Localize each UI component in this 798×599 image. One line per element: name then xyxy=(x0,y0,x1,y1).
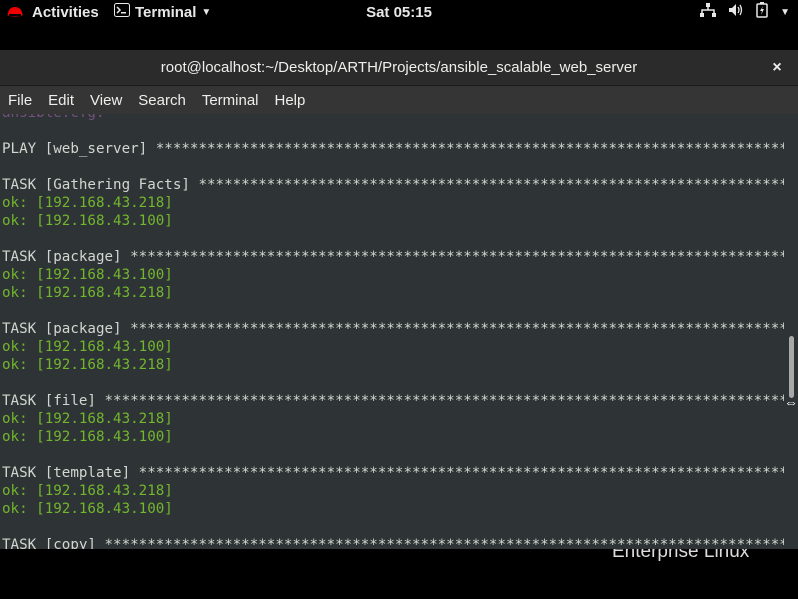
redhat-icon[interactable] xyxy=(6,0,24,24)
app-menu[interactable]: Terminal ▼ xyxy=(114,0,211,24)
terminal-line: ok: [192.168.43.100] xyxy=(2,501,173,517)
terminal-line: TASK [template] ************************… xyxy=(2,465,784,481)
terminal-line: ok: [192.168.43.100] xyxy=(2,267,173,283)
scrollbar-thumb[interactable] xyxy=(789,336,794,398)
terminal-window: root@localhost:~/Desktop/ARTH/Projects/a… xyxy=(0,50,798,549)
status-area[interactable]: ▼ xyxy=(700,0,790,24)
terminal-output[interactable]: ansible.cfg. PLAY [web_server] **********… xyxy=(0,114,784,549)
network-icon xyxy=(700,3,717,21)
terminal-line: ok: [192.168.43.218] xyxy=(2,285,173,301)
terminal-line: ansible.cfg. xyxy=(2,114,784,122)
terminal-line: ok: [192.168.43.218] xyxy=(2,195,173,211)
terminal-line: ok: [192.168.43.100] xyxy=(2,213,173,229)
terminal-lines: ansible.cfg. PLAY [web_server] **********… xyxy=(2,114,784,549)
menu-file[interactable]: File xyxy=(0,86,40,114)
resize-cursor-icon: ⇔ xyxy=(784,394,798,410)
terminal-line: TASK [package] *************************… xyxy=(2,321,784,337)
battery-icon xyxy=(756,2,768,22)
terminal-line: PLAY [web_server] **********************… xyxy=(2,141,784,157)
terminal-line: TASK [copy] ****************************… xyxy=(2,537,784,549)
volume-icon xyxy=(728,3,744,21)
chevron-down-icon: ▼ xyxy=(780,6,790,18)
terminal-line: ok: [192.168.43.100] xyxy=(2,429,173,445)
window-titlebar[interactable]: root@localhost:~/Desktop/ARTH/Projects/a… xyxy=(0,50,798,86)
terminal-line: ok: [192.168.43.218] xyxy=(2,357,173,373)
close-button[interactable]: × xyxy=(768,59,786,77)
menu-search[interactable]: Search xyxy=(130,86,194,114)
activities-button[interactable]: Activities xyxy=(32,0,99,24)
terminal-icon xyxy=(114,3,130,21)
terminal-line: ok: [192.168.43.218] xyxy=(2,483,173,499)
terminal-line: TASK [Gathering Facts] *****************… xyxy=(2,177,784,193)
menu-bar: File Edit View Search Terminal Help xyxy=(0,86,798,114)
menu-help[interactable]: Help xyxy=(267,86,314,114)
menu-view[interactable]: View xyxy=(82,86,130,114)
app-menu-label: Terminal xyxy=(135,3,197,21)
terminal-line: ok: [192.168.43.100] xyxy=(2,339,173,355)
terminal-line: ok: [192.168.43.218] xyxy=(2,411,173,427)
menu-terminal[interactable]: Terminal xyxy=(194,86,267,114)
clock-label[interactable]: Sat 05:15 xyxy=(366,4,432,21)
top-bar: Activities Terminal ▼ Sat 05:15 ▼ xyxy=(0,0,798,24)
scrollbar[interactable] xyxy=(784,114,798,549)
window-title: root@localhost:~/Desktop/ARTH/Projects/a… xyxy=(160,59,638,76)
terminal-line: TASK [package] *************************… xyxy=(2,249,784,265)
chevron-down-icon: ▼ xyxy=(201,6,212,18)
terminal-line: TASK [file] ****************************… xyxy=(2,393,784,409)
menu-edit[interactable]: Edit xyxy=(40,86,82,114)
